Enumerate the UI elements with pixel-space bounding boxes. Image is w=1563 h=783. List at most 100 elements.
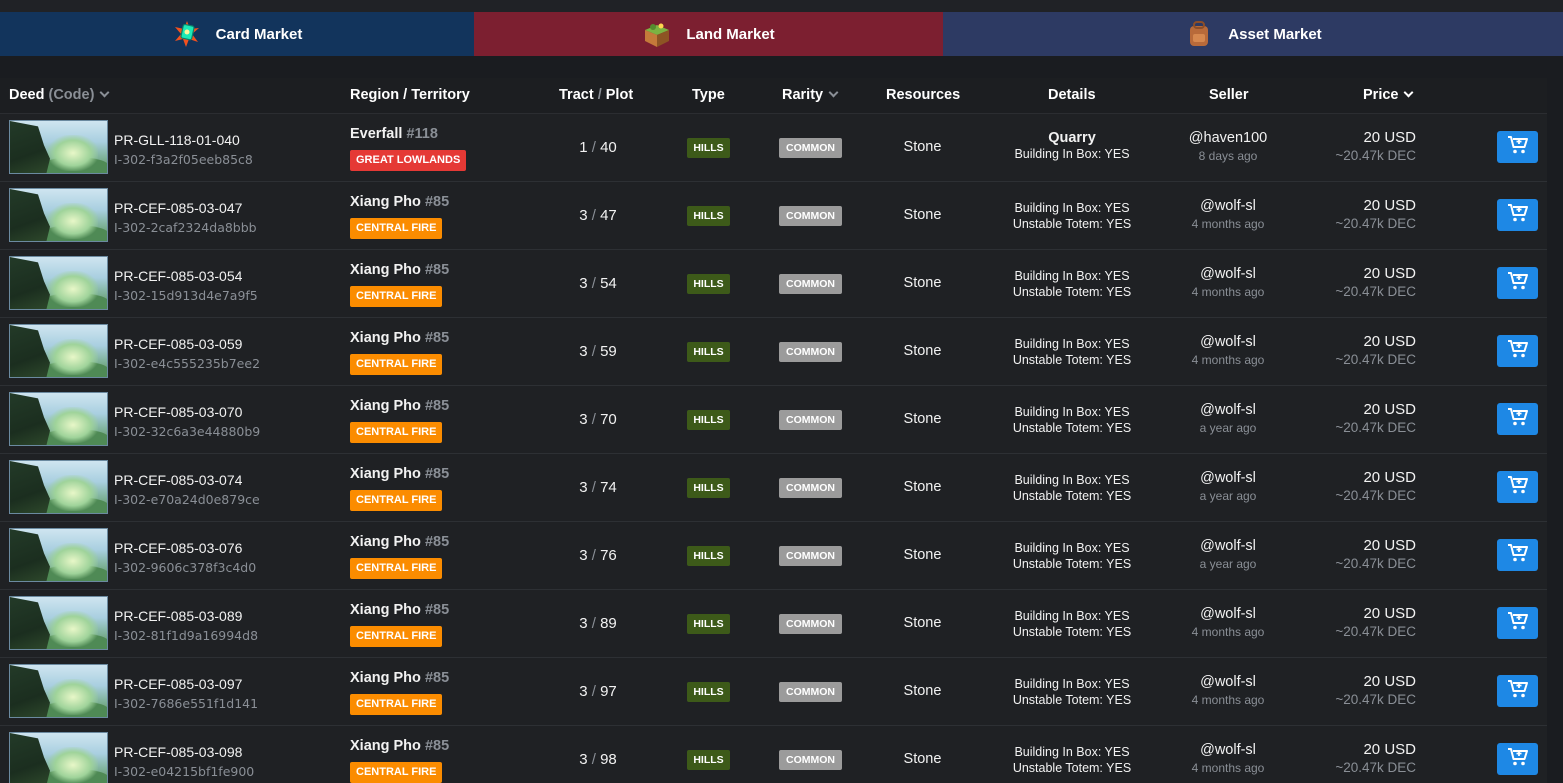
seller-cell: @wolf-sl 4 months ago [1168,606,1288,639]
sort-chevron-icon [828,87,839,98]
table-row[interactable]: PR-CEF-085-03-059 I-302-e4c555235b7ee2 Xia… [0,318,1547,386]
table-row[interactable]: PR-CEF-085-03-097 I-302-7686e551f1d141 Xia… [0,658,1547,726]
price-dec: ~20.47k DEC [1335,624,1416,639]
add-to-cart-button[interactable] [1497,403,1538,435]
cart-plus-icon [1507,679,1529,704]
add-to-cart-button[interactable] [1497,743,1538,775]
seller-name[interactable]: @wolf-sl [1168,470,1288,486]
region-name: Xiang Pho #85 [350,194,449,210]
type-badge: HILLS [687,546,730,566]
tab-card-market[interactable]: Card Market [0,12,474,56]
tab-land-market[interactable]: Land Market [474,12,943,56]
resource-value: Stone [903,479,942,495]
add-to-cart-button[interactable] [1497,471,1538,503]
table-row[interactable]: PR-GLL-118-01-040 I-302-f3a2f05eeb85c8 Eve… [0,114,1547,182]
add-to-cart-button[interactable] [1497,335,1538,367]
add-to-cart-button[interactable] [1497,199,1538,231]
table-row[interactable]: PR-CEF-085-03-089 I-302-81f1d9a16994d8 Xia… [0,590,1547,658]
region-name: Xiang Pho #85 [350,398,449,414]
deed-thumbnail[interactable] [9,596,108,650]
deed-thumbnail[interactable] [9,664,108,718]
seller-name[interactable]: @wolf-sl [1168,674,1288,690]
table-row[interactable]: PR-CEF-085-03-054 I-302-15d913d4e7a9f5 Xia… [0,250,1547,318]
deed-code: PR-CEF-085-03-059 [114,336,243,352]
details-line: Building In Box: YES [1014,201,1130,215]
region-number: #85 [424,534,450,550]
type-badge: HILLS [687,750,730,770]
tract-value: 3 [579,207,588,224]
tract-separator: / [591,547,596,564]
table-row[interactable]: PR-CEF-085-03-074 I-302-e70a24d0e879ce Xia… [0,454,1547,522]
rarity-badge: COMMON [779,274,842,294]
header-rarity[interactable]: Rarity [782,87,839,103]
type-badge: HILLS [687,410,730,430]
plot-value: 54 [600,275,617,292]
listed-ago: 4 months ago [1191,217,1265,231]
deed-thumbnail[interactable] [9,120,108,174]
header-price[interactable]: Price [1363,87,1414,103]
type-badge: HILLS [687,206,730,226]
table-row[interactable]: PR-CEF-085-03-076 I-302-9606c378f3c4d0 Xia… [0,522,1547,590]
seller-name[interactable]: @wolf-sl [1168,538,1288,554]
details-line: Building In Box: YES [1014,405,1130,419]
deed-thumbnail[interactable] [9,188,108,242]
cart-plus-icon [1507,135,1529,160]
details-line: Unstable Totem: YES [1012,285,1132,299]
cart-plus-icon [1507,339,1529,364]
rarity-badge: COMMON [779,614,842,634]
header-deed[interactable]: Deed (Code) [9,87,110,103]
territory-badge: GREAT LOWLANDS [350,150,467,171]
seller-name[interactable]: @wolf-sl [1168,402,1288,418]
add-to-cart-button[interactable] [1497,131,1538,163]
seller-name[interactable]: @wolf-sl [1168,742,1288,758]
tract-plot: 3 / 97 [560,683,636,700]
region-label: Xiang Pho [350,398,421,414]
price-usd: 20 USD [1363,469,1416,486]
rarity-badge: COMMON [779,478,842,498]
deed-id: I-302-32c6a3e44880b9 [114,424,261,439]
details-cell: Building In Box: YES Unstable Totem: YES [990,472,1154,504]
details-cell: Building In Box: YES Unstable Totem: YES [990,268,1154,300]
deed-thumbnail[interactable] [9,392,108,446]
seller-name[interactable]: @wolf-sl [1168,198,1288,214]
deed-thumbnail[interactable] [9,460,108,514]
seller-name[interactable]: @wolf-sl [1168,266,1288,282]
deed-code: PR-CEF-085-03-076 [114,540,243,556]
tract-value: 3 [579,547,588,564]
table-row[interactable]: PR-CEF-085-03-047 I-302-2caf2324da8bbb Xia… [0,182,1547,250]
tract-separator: / [591,275,596,292]
add-to-cart-button[interactable] [1497,607,1538,639]
rarity-badge: COMMON [779,682,842,702]
resource-value: Stone [903,547,942,563]
seller-name[interactable]: @wolf-sl [1168,334,1288,350]
rarity-badge: COMMON [779,138,842,158]
add-to-cart-button[interactable] [1497,539,1538,571]
details-line: Unstable Totem: YES [1012,761,1132,775]
region-number: #85 [424,670,450,686]
plot-value: 97 [600,683,617,700]
rarity-badge: COMMON [779,546,842,566]
deed-thumbnail[interactable] [9,528,108,582]
add-to-cart-button[interactable] [1497,267,1538,299]
type-badge: HILLS [687,342,730,362]
cart-plus-icon [1507,271,1529,296]
backpack-icon [1184,19,1214,49]
seller-name[interactable]: @wolf-sl [1168,606,1288,622]
seller-name[interactable]: @haven100 [1168,130,1288,146]
details-line: Building In Box: YES [1014,473,1130,487]
price-cell: 20 USD ~20.47k DEC [1310,401,1416,435]
price-dec: ~20.47k DEC [1335,692,1416,707]
listed-ago: 8 days ago [1198,149,1258,163]
deed-thumbnail[interactable] [9,256,108,310]
deed-thumbnail[interactable] [9,732,108,783]
resource-value: Stone [903,275,942,291]
tab-asset-market[interactable]: Asset Market [943,12,1563,56]
territory-badge: CENTRAL FIRE [350,218,443,239]
table-row[interactable]: PR-CEF-085-03-098 I-302-e04215bf1fe900 Xia… [0,726,1547,783]
tract-plot: 3 / 98 [560,751,636,768]
table-row[interactable]: PR-CEF-085-03-070 I-302-32c6a3e44880b9 Xia… [0,386,1547,454]
deed-thumbnail[interactable] [9,324,108,378]
add-to-cart-button[interactable] [1497,675,1538,707]
tract-plot: 3 / 76 [560,547,636,564]
deed-id: I-302-81f1d9a16994d8 [114,628,259,643]
